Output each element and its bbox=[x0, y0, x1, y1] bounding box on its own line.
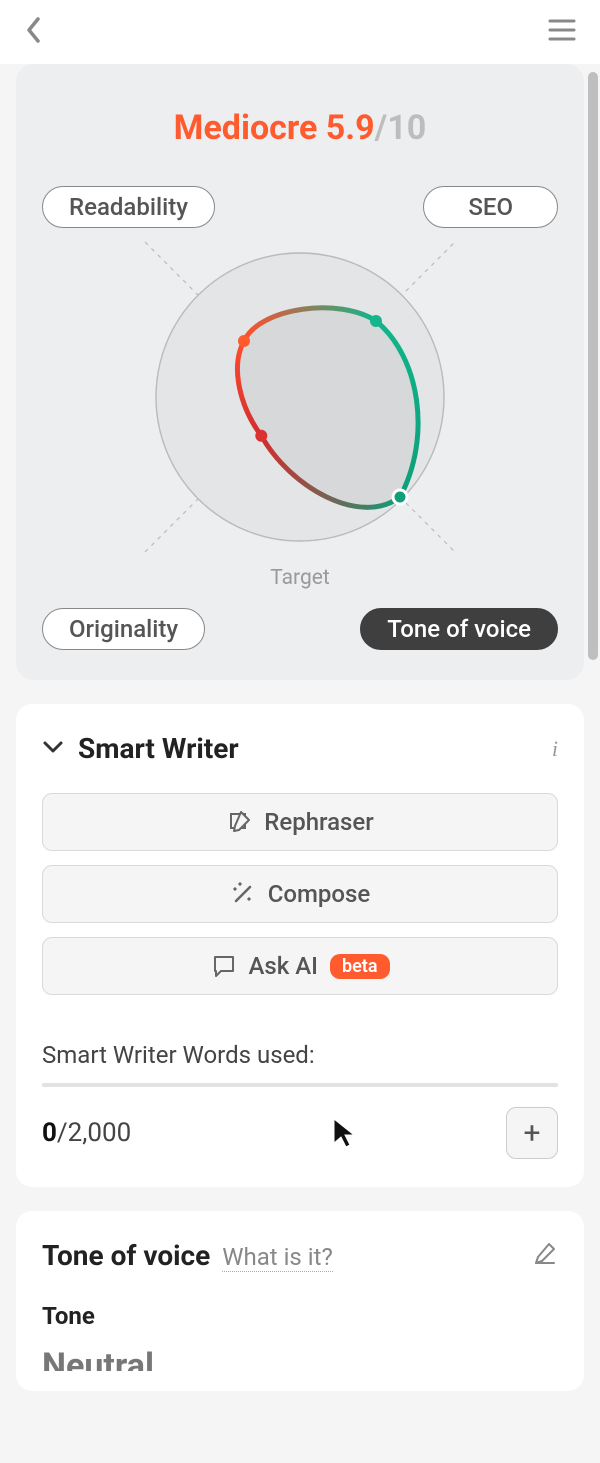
radar-chart: Target bbox=[42, 232, 558, 604]
pill-seo[interactable]: SEO bbox=[423, 186, 558, 228]
edit-icon[interactable] bbox=[532, 1241, 558, 1271]
rephraser-label: Rephraser bbox=[264, 808, 373, 836]
usage-text: 0/2,000 bbox=[42, 1118, 131, 1148]
smart-writer-header[interactable]: Smart Writer i bbox=[42, 732, 558, 765]
tone-title: Tone of voice bbox=[42, 1239, 210, 1272]
back-icon[interactable] bbox=[24, 15, 44, 49]
compose-button[interactable]: Compose bbox=[42, 865, 558, 923]
content-area: Mediocre 5.9/10 Readability SEO bbox=[0, 64, 600, 1411]
usage-limit: /2,000 bbox=[57, 1118, 131, 1148]
tone-card: Tone of voice What is it? Tone Neutral bbox=[16, 1211, 584, 1391]
wand-icon bbox=[230, 881, 256, 907]
chevron-down-icon bbox=[42, 739, 64, 759]
ask-ai-button[interactable]: Ask AI beta bbox=[42, 937, 558, 995]
what-is-it-link[interactable]: What is it? bbox=[222, 1243, 333, 1272]
edit-icon bbox=[226, 809, 252, 835]
usage-label: Smart Writer Words used: bbox=[42, 1041, 558, 1069]
smart-writer-title: Smart Writer bbox=[78, 732, 239, 765]
score-label: Mediocre bbox=[174, 108, 318, 148]
rephraser-button[interactable]: Rephraser bbox=[42, 793, 558, 851]
chat-icon bbox=[211, 953, 237, 979]
beta-badge: beta bbox=[330, 954, 390, 979]
pill-readability[interactable]: Readability bbox=[42, 186, 215, 228]
score-value: 5.9 bbox=[326, 108, 375, 148]
scrollbar[interactable] bbox=[588, 72, 598, 660]
usage-used: 0 bbox=[42, 1118, 57, 1148]
add-words-button[interactable]: + bbox=[506, 1107, 558, 1159]
usage-bar bbox=[42, 1083, 558, 1087]
info-icon[interactable]: i bbox=[552, 736, 558, 762]
smart-writer-card: Smart Writer i Rephraser Compose Ask AI … bbox=[16, 704, 584, 1187]
pill-originality[interactable]: Originality bbox=[42, 608, 205, 650]
pill-tone-of-voice[interactable]: Tone of voice bbox=[360, 608, 558, 650]
top-bar bbox=[0, 0, 600, 64]
tone-value: Neutral bbox=[42, 1346, 558, 1371]
hamburger-icon[interactable] bbox=[548, 18, 576, 46]
score-max: /10 bbox=[375, 108, 427, 148]
radar-target-label: Target bbox=[270, 566, 330, 590]
compose-label: Compose bbox=[268, 880, 371, 908]
ask-ai-label: Ask AI bbox=[249, 952, 318, 980]
score-line: Mediocre 5.9/10 bbox=[42, 108, 558, 148]
tone-subtitle: Tone bbox=[42, 1302, 558, 1330]
radar-card: Mediocre 5.9/10 Readability SEO bbox=[16, 64, 584, 680]
